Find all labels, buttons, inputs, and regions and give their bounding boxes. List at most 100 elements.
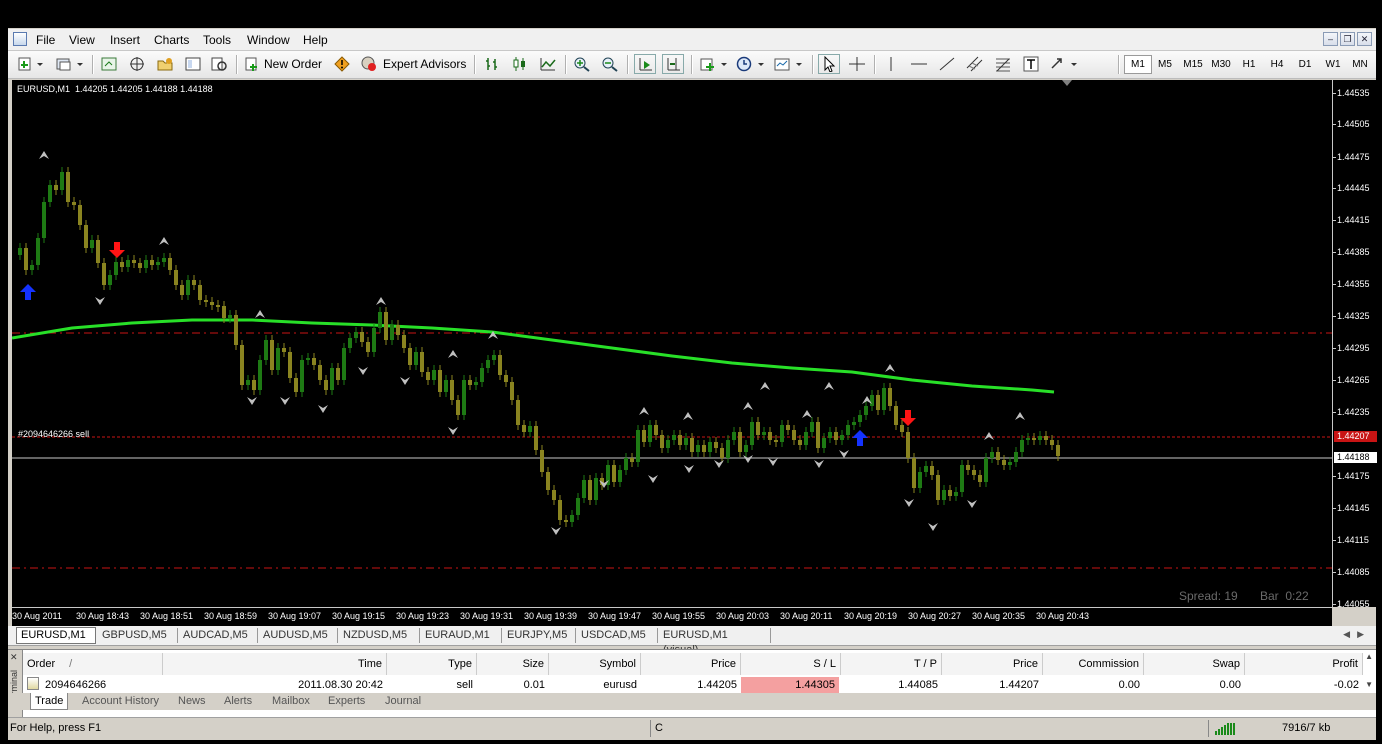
- tester-button[interactable]: [208, 54, 230, 74]
- chart-tab[interactable]: EURJPY,M5: [503, 628, 576, 643]
- vertical-line-button[interactable]: [880, 54, 902, 74]
- terminal-tab[interactable]: Trade: [30, 693, 69, 710]
- candle-body: [792, 430, 796, 440]
- fractal-up-icon: [376, 297, 386, 305]
- navigator-button[interactable]: [126, 54, 148, 74]
- market-watch-button[interactable]: [98, 54, 120, 74]
- chart-tab[interactable]: EURAUD,M1: [421, 628, 502, 643]
- price-chart[interactable]: EURUSD,M1 1.44205 1.44205 1.44188 1.4418…: [12, 80, 1332, 607]
- candle-body: [180, 285, 184, 295]
- menu-window[interactable]: Window: [247, 33, 290, 47]
- chart-canvas: [12, 80, 1332, 569]
- col-tp[interactable]: T / P: [841, 653, 942, 675]
- timeframe-m1[interactable]: M1: [1124, 55, 1152, 74]
- timeframe-w1[interactable]: W1: [1320, 56, 1346, 73]
- candle-body: [780, 425, 784, 442]
- terminal-tab[interactable]: Mailbox: [268, 693, 314, 709]
- col-current-price[interactable]: Price: [942, 653, 1043, 675]
- order-icon: [27, 677, 39, 690]
- fractal-down-icon: [400, 377, 410, 385]
- menu-view[interactable]: View: [69, 33, 95, 47]
- crosshair-tool-button[interactable]: [846, 54, 868, 74]
- candle-body: [228, 315, 232, 318]
- minimize-button[interactable]: –: [1323, 32, 1338, 46]
- time-label: 30 Aug 20:11: [780, 611, 833, 621]
- bar-chart-button[interactable]: [481, 54, 503, 74]
- chart-tab[interactable]: EURUSD,M1 (visual): [659, 628, 771, 656]
- text-tool-button[interactable]: [1020, 54, 1042, 74]
- candle-body: [360, 332, 364, 342]
- timeframe-h4[interactable]: H4: [1264, 56, 1290, 73]
- data-window-button[interactable]: [154, 54, 176, 74]
- timeframe-m15[interactable]: M15: [1180, 56, 1206, 73]
- arrows-button[interactable]: [1048, 54, 1080, 74]
- terminal-tab[interactable]: Alerts: [220, 693, 256, 709]
- chart-shift-button[interactable]: [662, 54, 684, 74]
- menu-file[interactable]: File: [36, 33, 55, 47]
- fibonacci-button[interactable]: [992, 54, 1014, 74]
- col-profit[interactable]: Profit: [1245, 653, 1363, 675]
- col-sl[interactable]: S / L: [741, 653, 841, 675]
- col-swap[interactable]: Swap: [1144, 653, 1245, 675]
- close-button[interactable]: ✕: [1357, 32, 1372, 46]
- alert-button[interactable]: [331, 54, 353, 74]
- col-size[interactable]: Size: [477, 653, 549, 675]
- menu-tools[interactable]: Tools: [203, 33, 231, 47]
- menu-help[interactable]: Help: [303, 33, 328, 47]
- indicators-button[interactable]: [698, 54, 730, 74]
- candle-body: [468, 380, 472, 385]
- trendline-button[interactable]: [936, 54, 958, 74]
- templates-button[interactable]: [772, 54, 806, 74]
- col-time[interactable]: Time: [163, 653, 387, 675]
- order-label: #2094646266 sell: [18, 429, 90, 439]
- tab-scroll-right-icon[interactable]: ▶: [1357, 629, 1364, 640]
- auto-scroll-button[interactable]: [634, 54, 656, 74]
- terminal-tab[interactable]: Account History: [78, 693, 163, 709]
- timeframe-m5[interactable]: M5: [1152, 56, 1178, 73]
- col-order[interactable]: Order /: [23, 653, 163, 675]
- zoom-in-button[interactable]: [571, 54, 593, 74]
- timeframe-m30[interactable]: M30: [1208, 56, 1234, 73]
- candle-body: [516, 400, 520, 425]
- chart-tab[interactable]: GBPUSD,M5: [98, 628, 178, 643]
- zoom-out-button[interactable]: [599, 54, 621, 74]
- scroll-down-icon[interactable]: ▼: [1365, 680, 1373, 689]
- chart-tab[interactable]: USDCAD,M5: [577, 628, 658, 643]
- periodicity-button[interactable]: [734, 54, 768, 74]
- terminal-close-icon[interactable]: ✕: [10, 652, 18, 663]
- col-symbol[interactable]: Symbol: [549, 653, 641, 675]
- col-price[interactable]: Price: [641, 653, 741, 675]
- time-scale[interactable]: 30 Aug 2011 30 Aug 18:43 30 Aug 18:51 30 Au…: [12, 607, 1332, 626]
- trade-row[interactable]: 2094646266 2011.08.30 20:42 sell 0.01 eu…: [23, 677, 1363, 693]
- col-commission[interactable]: Commission: [1043, 653, 1144, 675]
- menu-charts[interactable]: Charts: [154, 33, 189, 47]
- tab-scroll-left-icon[interactable]: ◀: [1343, 629, 1350, 640]
- profiles-button[interactable]: [54, 54, 86, 74]
- terminal-toggle-button[interactable]: [182, 54, 204, 74]
- timeframe-d1[interactable]: D1: [1292, 56, 1318, 73]
- horizontal-line-button[interactable]: [908, 54, 930, 74]
- chart-tab[interactable]: EURUSD,M1: [16, 627, 96, 644]
- cursor-tool-button[interactable]: [818, 54, 840, 74]
- expert-advisors-button[interactable]: Expert Advisors: [359, 54, 467, 74]
- line-chart-button[interactable]: [537, 54, 559, 74]
- chart-tab[interactable]: AUDCAD,M5: [179, 628, 258, 643]
- restore-button[interactable]: ❐: [1340, 32, 1355, 46]
- col-type[interactable]: Type: [387, 653, 477, 675]
- terminal-tab[interactable]: News: [174, 693, 210, 709]
- new-chart-button[interactable]: [16, 54, 46, 74]
- chart-tab[interactable]: AUDUSD,M5: [259, 628, 338, 643]
- fibonacci-icon: [996, 58, 1010, 72]
- candle-chart-button[interactable]: [509, 54, 531, 74]
- menu-insert[interactable]: Insert: [110, 33, 140, 47]
- price-label: 1.44445: [1337, 183, 1370, 193]
- chart-tab[interactable]: NZDUSD,M5: [339, 628, 420, 643]
- new-order-button[interactable]: New Order: [243, 54, 327, 74]
- scroll-up-icon[interactable]: ▲: [1365, 652, 1373, 661]
- timeframe-h1[interactable]: H1: [1236, 56, 1262, 73]
- timeframe-mn[interactable]: MN: [1347, 56, 1373, 73]
- terminal-tab[interactable]: Experts: [324, 693, 369, 709]
- equidistant-channel-button[interactable]: [964, 54, 986, 74]
- price-scale[interactable]: 1.44207 1.44188 1.44535 1.44505 1.44475 1.4…: [1332, 80, 1377, 609]
- terminal-tab[interactable]: Journal: [381, 693, 425, 709]
